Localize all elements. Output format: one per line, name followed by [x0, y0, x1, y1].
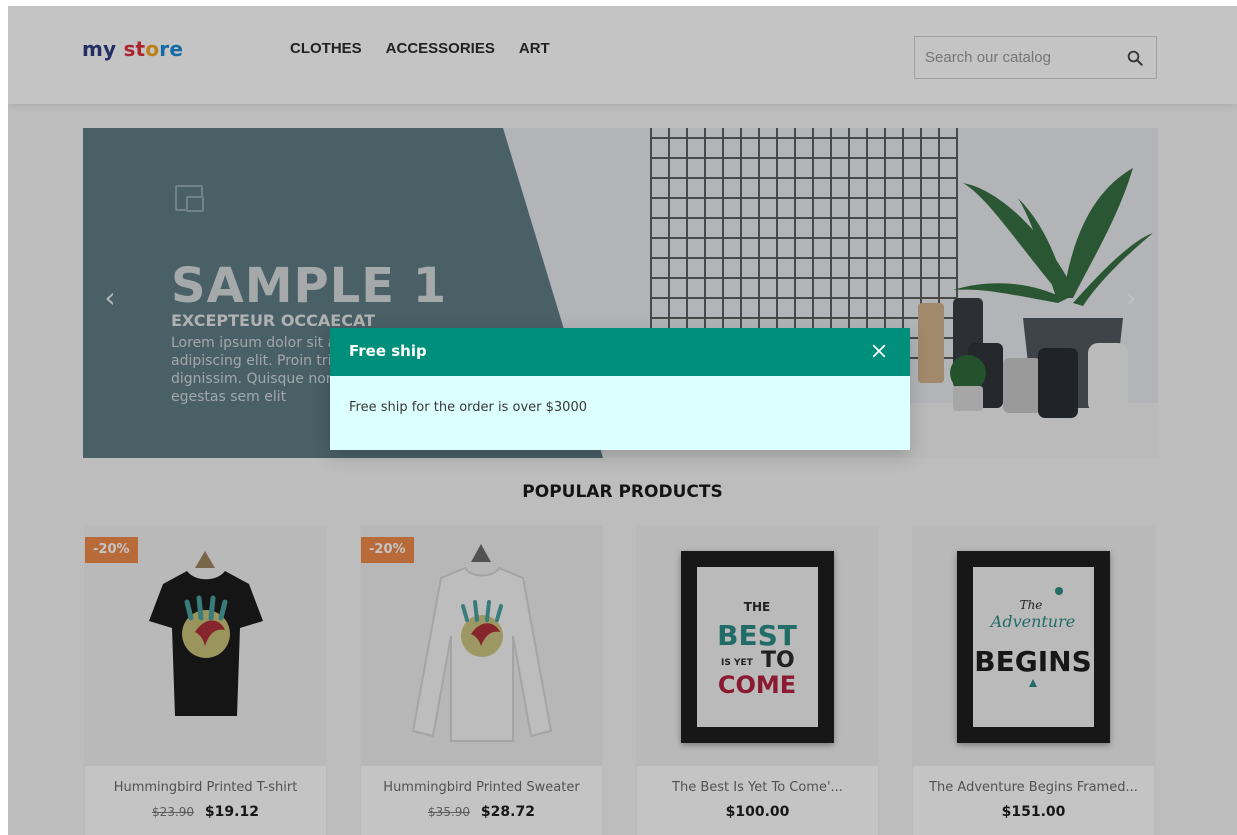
close-icon[interactable]	[870, 342, 888, 360]
modal-body: Free ship for the order is over $3000	[349, 400, 587, 415]
free-ship-modal: Free ship Free ship for the order is ove…	[330, 328, 910, 450]
app-frame: my store CLOTHES ACCESSORIES ART Search …	[8, 6, 1237, 835]
modal-title: Free ship	[349, 342, 427, 360]
modal-header: Free ship	[330, 328, 910, 376]
